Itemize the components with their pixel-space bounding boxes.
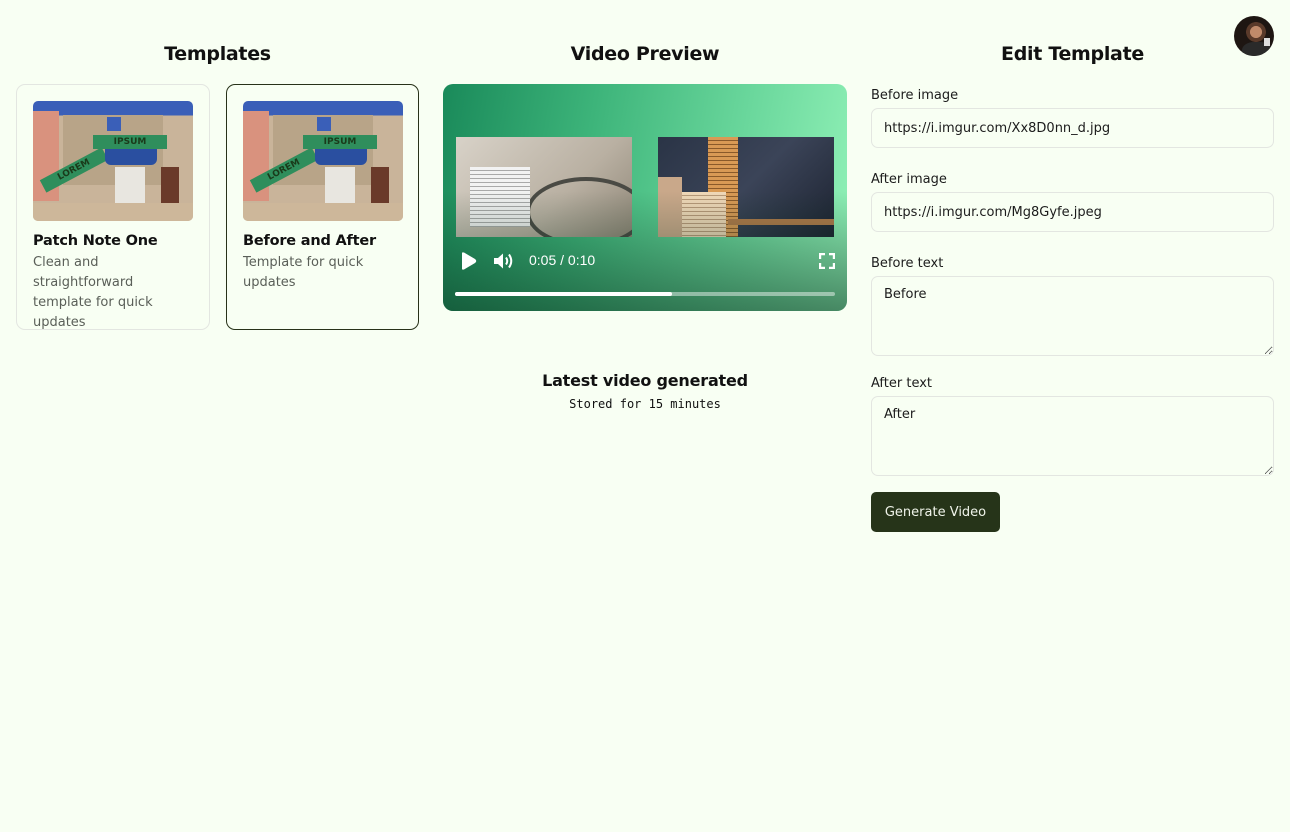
before-text-input[interactable]: Before xyxy=(871,276,1274,356)
fullscreen-icon[interactable] xyxy=(819,253,835,269)
after-frame-image xyxy=(658,137,834,237)
before-frame-image xyxy=(456,137,632,237)
template-name: Before and After xyxy=(243,233,376,249)
after-image-label: After image xyxy=(871,172,947,187)
template-thumbnail: IPSUM LOREM xyxy=(33,101,193,221)
video-preview-title: Video Preview xyxy=(570,43,720,65)
volume-icon[interactable] xyxy=(493,252,515,270)
edit-template-title: Edit Template xyxy=(1001,43,1144,65)
template-card-patch-note-one[interactable]: IPSUM LOREM Patch Note One Clean and str… xyxy=(16,84,210,330)
after-text-input[interactable]: After xyxy=(871,396,1274,476)
video-time: 0:05 / 0:10 xyxy=(529,252,596,268)
generate-video-button[interactable]: Generate Video xyxy=(871,492,1000,532)
after-image-input[interactable] xyxy=(871,192,1274,232)
template-description: Template for quick updates xyxy=(243,255,364,290)
before-image-input[interactable] xyxy=(871,108,1274,148)
template-card-before-and-after[interactable]: IPSUM LOREM Before and After Template fo… xyxy=(226,84,419,330)
thumb-sign-text: IPSUM xyxy=(303,135,377,149)
template-description: Clean and straightforward template for q… xyxy=(33,255,153,330)
latest-video-subtitle: Stored for 15 minutes xyxy=(569,397,721,411)
template-thumbnail: IPSUM LOREM xyxy=(243,101,403,221)
before-image-label: Before image xyxy=(871,88,959,103)
latest-video-title: Latest video generated xyxy=(542,371,748,390)
video-controls: 0:05 / 0:10 xyxy=(443,248,847,276)
edit-template-form: Before image After image Before text Bef… xyxy=(871,88,1274,532)
templates-title: Templates xyxy=(164,43,271,65)
video-player[interactable]: 0:05 / 0:10 xyxy=(443,84,847,311)
thumb-sign-text: IPSUM xyxy=(93,135,167,149)
after-text-label: After text xyxy=(871,376,933,391)
before-text-label: Before text xyxy=(871,256,944,271)
video-seek-bar[interactable] xyxy=(455,292,835,296)
play-icon[interactable] xyxy=(458,251,478,271)
video-progress-fill xyxy=(455,292,672,296)
template-name: Patch Note One xyxy=(33,233,158,249)
